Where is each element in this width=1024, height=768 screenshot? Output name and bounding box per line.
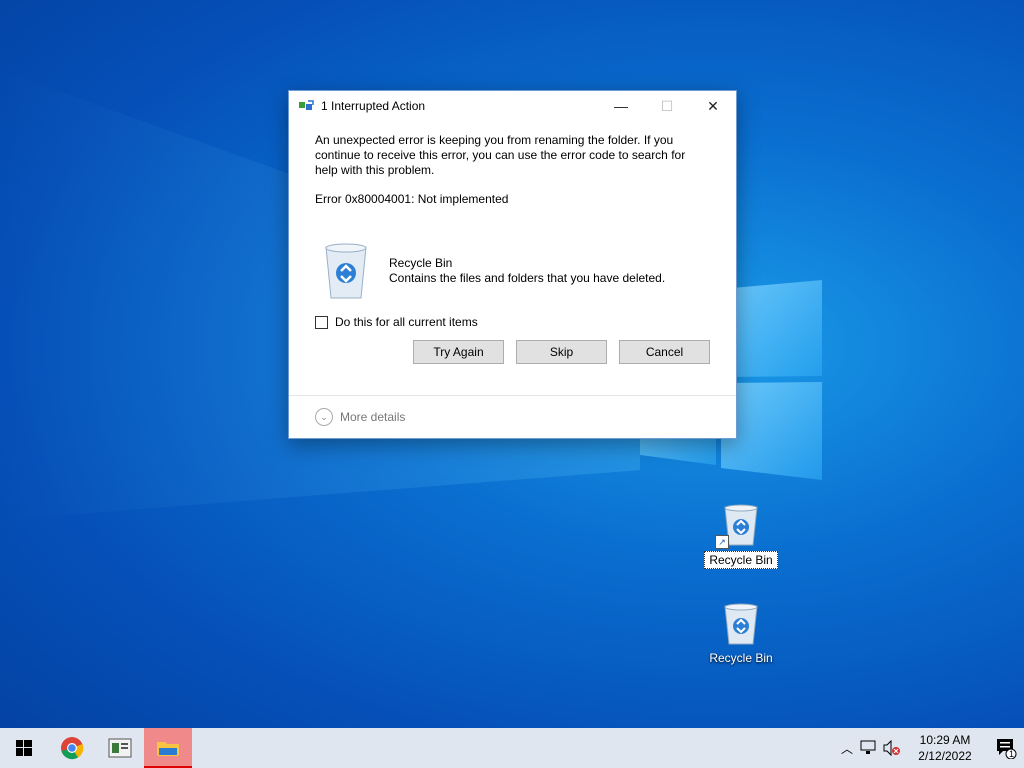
taskbar-chrome[interactable] xyxy=(48,728,96,768)
recycle-bin-icon: ↗ xyxy=(715,503,761,549)
clock-date: 2/12/2022 xyxy=(918,749,972,763)
try-again-button[interactable]: Try Again xyxy=(413,340,504,364)
desktop-icon-label: Recycle Bin xyxy=(709,651,773,665)
minimize-icon: — xyxy=(614,98,628,114)
apply-all-label[interactable]: Do this for all current items xyxy=(335,315,478,330)
dialog-divider xyxy=(289,395,736,396)
apply-all-row[interactable]: Do this for all current items xyxy=(315,315,710,330)
dialog-buttons: Try Again Skip Cancel xyxy=(315,340,710,364)
volume-button[interactable] xyxy=(880,728,902,768)
taskbar: ︿ 10:29 AM 2/12/2022 1 xyxy=(0,728,1024,768)
recycle-bin-icon xyxy=(721,602,761,646)
error-code: Error 0x80004001: Not implemented xyxy=(315,192,509,206)
cancel-button[interactable]: Cancel xyxy=(619,340,710,364)
affected-item: Recycle Bin Contains the files and folde… xyxy=(321,241,710,301)
start-button[interactable] xyxy=(0,728,48,768)
notification-count: 1 xyxy=(1008,749,1014,759)
show-hidden-icons-button[interactable]: ︿ xyxy=(836,728,858,768)
minimize-button[interactable]: — xyxy=(598,91,644,121)
error-message: An unexpected error is keeping you from … xyxy=(315,133,686,177)
item-description: Contains the files and folders that you … xyxy=(389,271,666,285)
volume-muted-icon xyxy=(883,740,900,756)
chevron-up-icon: ︿ xyxy=(840,741,853,756)
more-details-toggle[interactable]: ⌄ More details xyxy=(315,408,405,426)
maximize-button: ☐ xyxy=(644,91,690,121)
more-details-label: More details xyxy=(340,410,406,424)
close-button[interactable]: ✕ xyxy=(690,91,736,121)
network-button[interactable] xyxy=(858,728,880,768)
recycle-bin-icon xyxy=(321,241,371,301)
shortcut-arrow-icon: ↗ xyxy=(715,535,729,549)
dialog-content: An unexpected error is keeping you from … xyxy=(289,121,736,364)
desktop-icon-label: Recycle Bin xyxy=(704,551,778,569)
skip-button[interactable]: Skip xyxy=(516,340,607,364)
dialog-titlebar[interactable]: 1 Interrupted Action — ☐ ✕ xyxy=(289,91,736,121)
desktop-recycle-bin[interactable]: Recycle Bin xyxy=(701,602,781,666)
system-tray: ︿ 10:29 AM 2/12/2022 1 xyxy=(836,728,1024,768)
dialog-title: 1 Interrupted Action xyxy=(321,99,426,113)
taskbar-file-explorer[interactable] xyxy=(144,728,192,768)
close-icon: ✕ xyxy=(707,97,719,114)
chrome-icon xyxy=(61,737,84,760)
apply-all-checkbox[interactable] xyxy=(315,316,328,329)
app-icon xyxy=(108,738,132,758)
chevron-down-icon: ⌄ xyxy=(315,408,333,426)
maximize-icon: ☐ xyxy=(660,97,674,114)
item-name: Recycle Bin xyxy=(389,256,453,270)
action-center-button[interactable]: 1 xyxy=(988,728,1024,768)
clock[interactable]: 10:29 AM 2/12/2022 xyxy=(910,732,980,764)
start-icon xyxy=(16,740,32,756)
file-explorer-icon xyxy=(157,742,179,756)
taskbar-app[interactable] xyxy=(96,728,144,768)
network-icon xyxy=(860,740,876,754)
interrupted-action-dialog: 1 Interrupted Action — ☐ ✕ An unexpected… xyxy=(288,90,737,439)
file-operation-icon xyxy=(299,100,315,112)
clock-time: 10:29 AM xyxy=(919,733,971,747)
desktop-recycle-bin-shortcut[interactable]: ↗ Recycle Bin xyxy=(701,503,781,569)
